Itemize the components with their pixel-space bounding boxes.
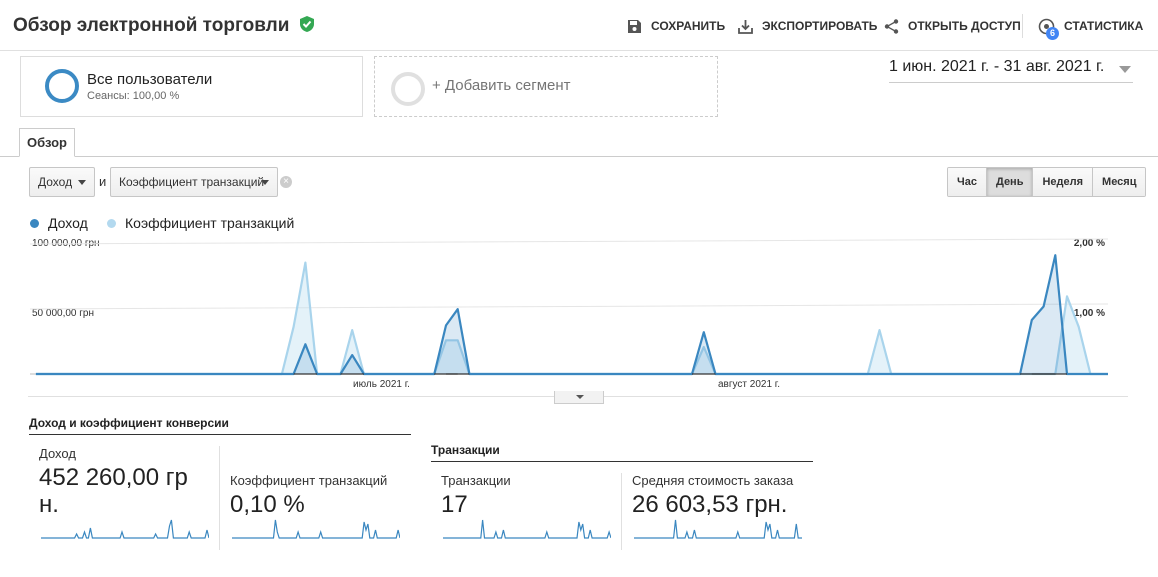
export-label: ЭКСПОРТИРОВАТЬ xyxy=(762,19,878,33)
date-range-text: 1 июн. 2021 г. - 31 авг. 2021 г. xyxy=(889,58,1105,75)
metric-value: 452 260,00 гр xyxy=(39,464,188,491)
sparkline-path xyxy=(443,519,611,539)
report-header: Обзор электронной торговли СОХРАНИТЬ ЭКС… xyxy=(0,0,1158,51)
save-label: СОХРАНИТЬ xyxy=(651,19,726,33)
series-transaction-rate-area xyxy=(35,262,1108,374)
gridline xyxy=(30,303,1108,310)
export-button[interactable]: ЭКСПОРТИРОВАТЬ xyxy=(738,16,877,36)
share-icon xyxy=(884,18,899,34)
metric-label: Транзакции xyxy=(441,473,511,488)
tab-overview[interactable]: Обзор xyxy=(19,128,75,157)
period-toggle: Час День Неделя Месяц xyxy=(947,167,1147,197)
segment-all-users[interactable]: Все пользователи Сеансы: 100,00 % xyxy=(20,56,363,117)
insights-label: СТАТИСТИКА xyxy=(1064,19,1144,33)
metric-label: Средняя стоимость заказа xyxy=(632,473,794,488)
x-tick-label: июль 2021 г. xyxy=(353,379,410,390)
segment-ring-icon xyxy=(45,69,79,103)
metric2-select[interactable]: Коэффициент транзакций xyxy=(110,167,278,197)
share-label: ОТКРЫТЬ ДОСТУП xyxy=(908,19,1021,33)
metric1-select-value: Доход xyxy=(38,175,73,189)
toolbar-divider xyxy=(1022,14,1023,38)
series-revenue-area xyxy=(35,255,1108,374)
clear-metric2-icon[interactable]: × xyxy=(280,176,292,188)
legend-label: Доход xyxy=(48,215,88,231)
tab-bar-line xyxy=(0,156,1158,157)
chevron-down-icon xyxy=(78,180,86,185)
legend-dot xyxy=(107,218,116,228)
period-week[interactable]: Неделя xyxy=(1032,168,1093,196)
sparkline-transactions xyxy=(443,519,611,539)
metric-label: Коэффициент транзакций xyxy=(230,473,388,488)
save-icon xyxy=(628,19,641,33)
save-button[interactable]: СОХРАНИТЬ xyxy=(627,16,725,36)
period-month[interactable]: Месяц xyxy=(1092,168,1146,196)
date-range-picker[interactable]: 1 июн. 2021 г. - 31 авг. 2021 г. xyxy=(889,58,1133,83)
gridline xyxy=(30,238,1108,245)
segment-name: Все пользователи xyxy=(87,71,213,88)
chevron-down-icon xyxy=(261,180,269,185)
revenue-section-title: Доход и коэффициент конверсии xyxy=(29,416,411,435)
segment-sessions: Сеансы: 100,00 % xyxy=(87,90,180,102)
report-title: Обзор электронной торговли xyxy=(13,15,315,37)
sparkline-avg-order xyxy=(634,519,802,539)
series-revenue-line xyxy=(35,254,1108,376)
metric-value: 26 603,53 грн. xyxy=(632,491,788,518)
legend-label: Коэффициент транзакций xyxy=(125,215,295,231)
metric2-select-value: Коэффициент транзакций xyxy=(119,175,265,189)
report-title-text: Обзор электронной торговли xyxy=(13,15,290,36)
metric-label: Доход xyxy=(39,446,76,461)
sparkline-revenue xyxy=(41,519,209,539)
main-chart xyxy=(30,238,1108,376)
export-icon xyxy=(738,19,753,34)
insights-count-badge: 6 xyxy=(1046,27,1059,40)
collapse-chart-toggle[interactable] xyxy=(554,391,604,404)
metric1-select[interactable]: Доход xyxy=(29,167,95,197)
verified-shield-icon xyxy=(299,16,314,32)
add-segment-label: + Добавить сегмент xyxy=(432,77,571,94)
metric-connector: и xyxy=(99,174,107,189)
sparkline-path xyxy=(634,519,802,539)
transactions-section-title: Транзакции xyxy=(431,443,813,462)
legend-dot xyxy=(30,218,39,228)
add-segment-ring-icon xyxy=(391,72,425,106)
x-tick-label: август 2021 г. xyxy=(718,379,780,390)
legend-item-transaction-rate[interactable]: Коэффициент транзакций xyxy=(107,214,294,232)
sparkline-path xyxy=(232,519,400,539)
sparkline-transaction-rate xyxy=(232,519,400,539)
metric-value-cont: н. xyxy=(39,491,59,518)
legend-item-revenue[interactable]: Доход xyxy=(30,214,88,232)
metric-divider xyxy=(219,446,220,550)
period-day[interactable]: День xyxy=(985,168,1033,196)
chevron-down-icon xyxy=(1119,66,1131,73)
series-transaction-rate-line xyxy=(35,261,1108,376)
metric-value: 0,10 % xyxy=(230,491,305,518)
sparkline-path xyxy=(41,519,209,539)
metric-divider xyxy=(621,473,622,550)
period-hour[interactable]: Час xyxy=(948,168,986,196)
share-button[interactable]: ОТКРЫТЬ ДОСТУП xyxy=(884,16,1021,36)
metric-value: 17 xyxy=(441,491,468,518)
add-segment-button[interactable]: + Добавить сегмент xyxy=(374,56,718,117)
